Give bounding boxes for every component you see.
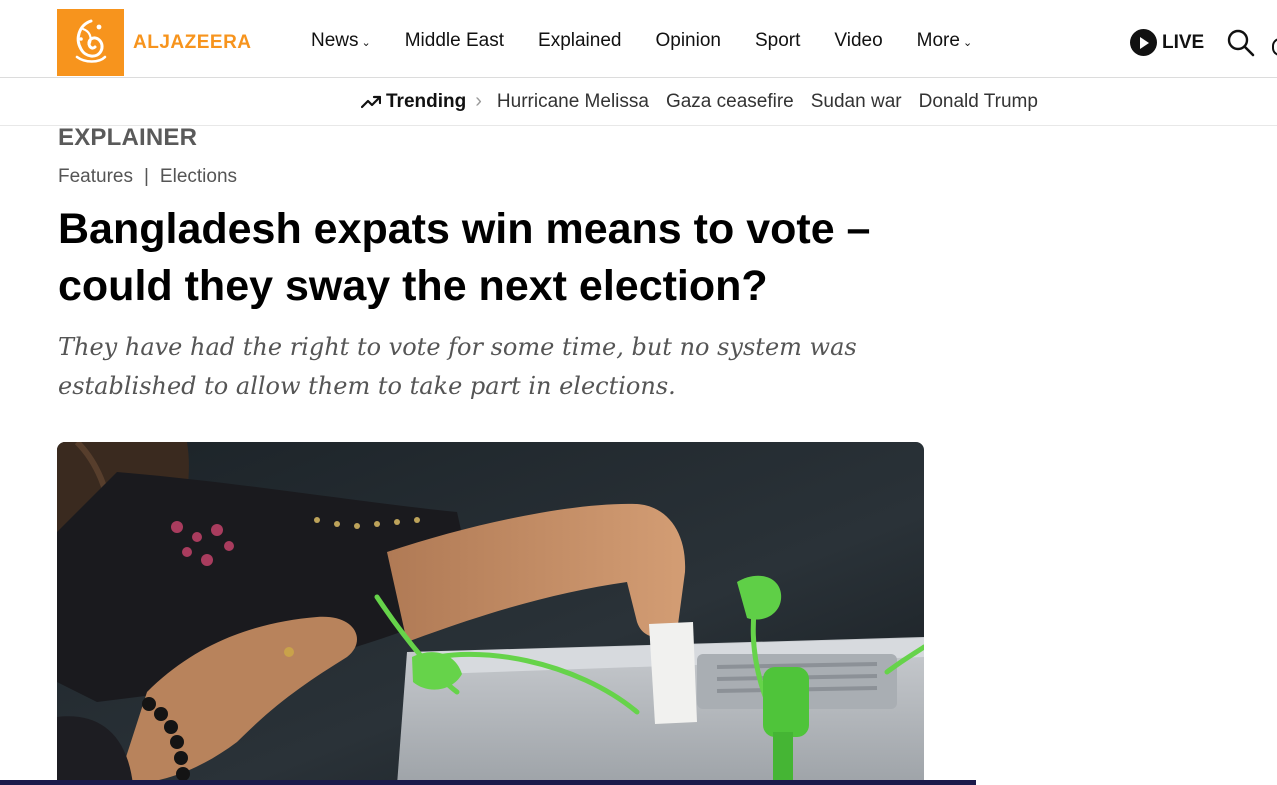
nav-item-label: Video: [834, 30, 883, 51]
nav-item-label: News: [311, 30, 359, 51]
nav-item-label: Middle East: [404, 30, 505, 51]
main-nav: News ⌄ Middle East Explained Opinion Spo…: [311, 30, 1006, 52]
nav-item-label: More: [916, 30, 960, 51]
page: ALJAZEERA News ⌄ Middle East Explained O…: [0, 0, 1277, 785]
play-icon: [1130, 29, 1157, 56]
trending-topic[interactable]: Donald Trump: [919, 91, 1038, 113]
trending-topic[interactable]: Gaza ceasefire: [666, 91, 794, 113]
logo-emblem[interactable]: [57, 9, 124, 76]
nav-item-label: Explained: [538, 30, 622, 51]
trending-up-icon: [361, 95, 381, 108]
bottom-progress-bar: [0, 780, 976, 785]
nav-item-sport[interactable]: Sport: [755, 30, 800, 52]
nav-item-video[interactable]: Video: [834, 30, 882, 52]
breadcrumb-elections[interactable]: Elections: [160, 166, 237, 188]
nav-item-opinion[interactable]: Opinion: [655, 30, 721, 52]
nav-item-explained[interactable]: Explained: [538, 30, 621, 52]
nav-item-more[interactable]: More ⌄: [917, 30, 973, 52]
logo-wordmark[interactable]: ALJAZEERA: [133, 32, 252, 54]
live-label: LIVE: [1162, 31, 1205, 53]
nav-item-label: Opinion: [655, 30, 721, 51]
breadcrumb-divider: |: [143, 166, 149, 187]
article-kicker[interactable]: EXPLAINER: [58, 124, 197, 152]
search-button[interactable]: [1226, 28, 1256, 58]
trending-bar: Trending › Hurricane Melissa Gaza ceasef…: [0, 78, 1277, 126]
hero-image[interactable]: [57, 442, 924, 785]
live-button[interactable]: LIVE: [1130, 29, 1204, 56]
chevron-right-icon: ›: [475, 90, 482, 112]
nav-item-label: Sport: [754, 30, 801, 51]
article-headline: Bangladesh expats win means to vote – co…: [58, 205, 871, 310]
chevron-down-icon: ⌄: [962, 36, 973, 49]
nav-item-middle-east[interactable]: Middle East: [405, 30, 504, 52]
trending-topic[interactable]: Hurricane Melissa: [497, 91, 649, 113]
breadcrumb-features[interactable]: Features: [58, 166, 133, 188]
trending-topic[interactable]: Sudan war: [811, 91, 902, 113]
ballot-box-photo: [57, 442, 924, 785]
search-icon: [1227, 29, 1255, 57]
nav-item-news[interactable]: News ⌄: [311, 30, 371, 52]
trending-label: Trending: [386, 90, 467, 112]
breadcrumb: Features | Elections: [58, 166, 237, 188]
article-standfirst: They have had the right to vote for some…: [58, 333, 857, 400]
chevron-down-icon: ⌄: [361, 36, 371, 49]
aljazeera-logo-icon: [75, 19, 106, 63]
site-header: ALJAZEERA News ⌄ Middle East Explained O…: [0, 8, 1277, 78]
user-icon[interactable]: [1272, 38, 1277, 56]
